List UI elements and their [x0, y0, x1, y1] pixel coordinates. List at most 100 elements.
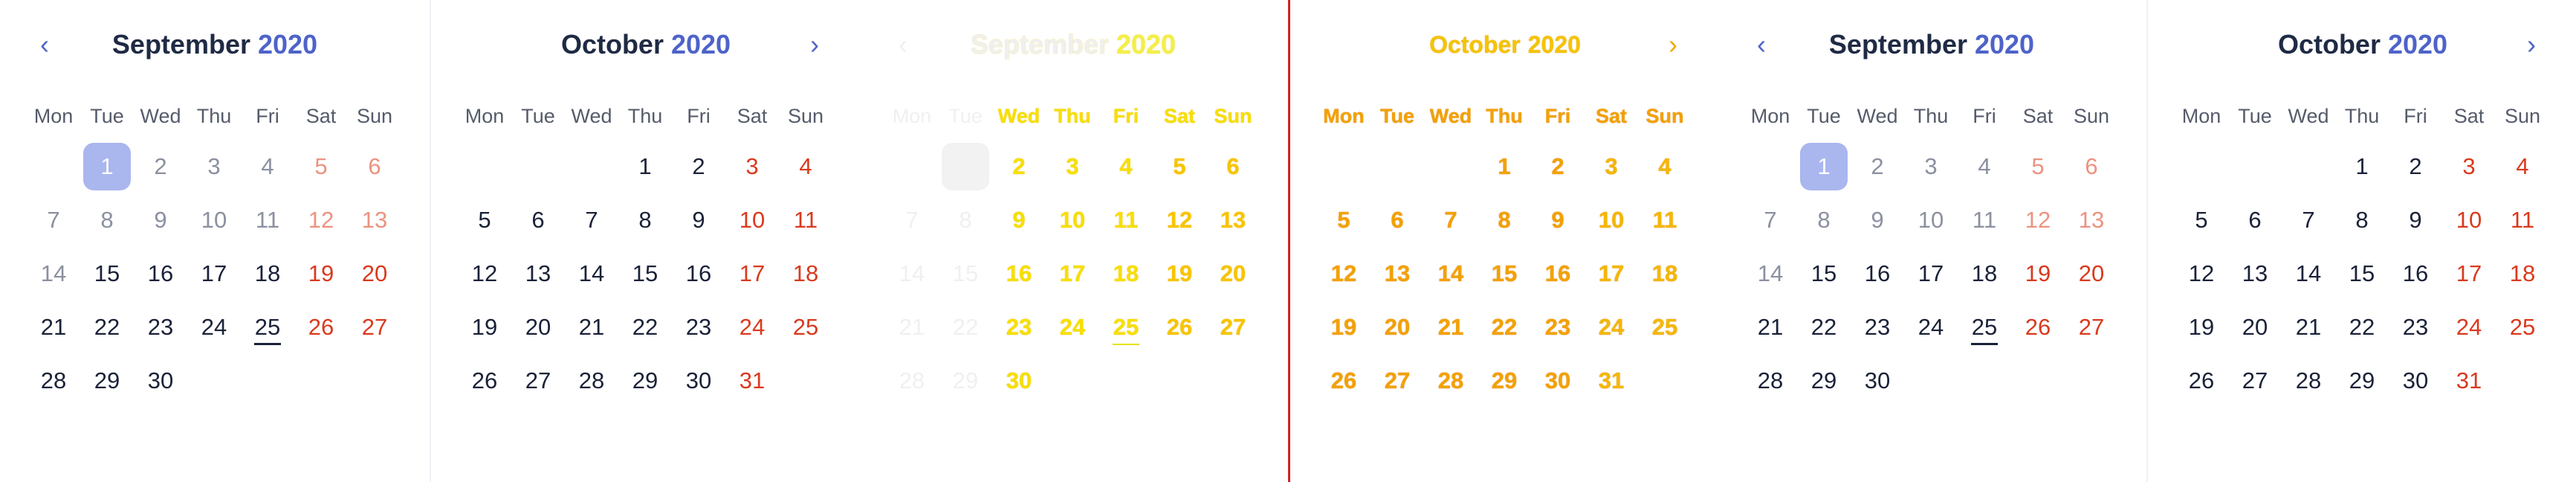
day-cell[interactable]: 15: [621, 250, 669, 298]
day-cell[interactable]: 5: [1320, 196, 1368, 244]
day-cell[interactable]: 15: [1800, 250, 1848, 298]
day-cell[interactable]: 27: [514, 357, 562, 405]
day-cell[interactable]: 2: [675, 143, 722, 190]
day-cell[interactable]: 27: [2068, 303, 2115, 351]
day-cell[interactable]: 13: [1373, 250, 1421, 298]
day-cell[interactable]: 4: [1641, 143, 1689, 190]
day-cell[interactable]: 19: [461, 303, 508, 351]
day-cell[interactable]: 26: [1156, 303, 1203, 351]
day-cell[interactable]: 16: [1854, 250, 1901, 298]
day-cell[interactable]: 18: [2499, 250, 2546, 298]
day-cell[interactable]: 24: [1907, 303, 1955, 351]
day-cell[interactable]: 22: [1800, 303, 1848, 351]
day-cell[interactable]: 19: [1320, 303, 1368, 351]
day-cell[interactable]: 10: [1049, 196, 1096, 244]
day-cell[interactable]: 12: [1320, 250, 1368, 298]
day-cell[interactable]: 27: [351, 303, 398, 351]
day-cell[interactable]: 25: [782, 303, 829, 351]
day-cell[interactable]: 9: [137, 196, 184, 244]
day-cell[interactable]: 22: [621, 303, 669, 351]
day-cell[interactable]: 7: [1427, 196, 1475, 244]
day-cell[interactable]: 20: [2231, 303, 2279, 351]
day-cell[interactable]: 22: [83, 303, 131, 351]
day-cell[interactable]: 18: [244, 250, 291, 298]
day-cell[interactable]: 12: [2014, 196, 2062, 244]
day-cell[interactable]: 20: [2068, 250, 2115, 298]
day-cell[interactable]: 21: [30, 303, 77, 351]
day-cell[interactable]: 13: [1209, 196, 1257, 244]
day-cell[interactable]: 7: [30, 196, 77, 244]
day-cell[interactable]: 15: [1480, 250, 1528, 298]
day-cell[interactable]: 15: [2338, 250, 2386, 298]
day-cell[interactable]: 21: [1747, 303, 1794, 351]
day-cell[interactable]: 25: [244, 303, 291, 351]
day-cell[interactable]: 17: [190, 250, 238, 298]
day-cell[interactable]: 9: [1854, 196, 1901, 244]
day-cell[interactable]: 6: [2068, 143, 2115, 190]
day-cell[interactable]: 16: [1534, 250, 1582, 298]
day-cell[interactable]: 30: [137, 357, 184, 405]
day-cell[interactable]: 6: [1373, 196, 1421, 244]
day-cell[interactable]: 14: [30, 250, 77, 298]
day-cell[interactable]: 8: [83, 196, 131, 244]
day-cell[interactable]: 26: [1320, 357, 1368, 405]
day-cell[interactable]: 4: [1961, 143, 2008, 190]
day-cell[interactable]: 13: [2068, 196, 2115, 244]
day-cell[interactable]: 3: [728, 143, 776, 190]
day-cell[interactable]: 22: [942, 303, 989, 351]
day-cell[interactable]: 1: [942, 143, 989, 190]
day-cell[interactable]: 23: [1854, 303, 1901, 351]
day-cell[interactable]: 28: [1427, 357, 1475, 405]
day-cell[interactable]: 9: [1534, 196, 1582, 244]
day-cell[interactable]: 28: [30, 357, 77, 405]
day-cell[interactable]: 29: [942, 357, 989, 405]
day-cell[interactable]: 26: [461, 357, 508, 405]
day-cell[interactable]: 2: [2392, 143, 2439, 190]
day-cell[interactable]: 30: [1854, 357, 1901, 405]
day-cell[interactable]: 11: [2499, 196, 2546, 244]
day-cell[interactable]: 20: [1209, 250, 1257, 298]
day-cell[interactable]: 10: [1588, 196, 1635, 244]
day-cell[interactable]: 31: [2445, 357, 2493, 405]
day-cell[interactable]: 6: [351, 143, 398, 190]
day-cell[interactable]: 17: [1907, 250, 1955, 298]
day-cell[interactable]: 14: [1427, 250, 1475, 298]
day-cell[interactable]: 13: [2231, 250, 2279, 298]
day-cell[interactable]: 13: [514, 250, 562, 298]
day-cell[interactable]: 16: [2392, 250, 2439, 298]
day-cell[interactable]: 31: [1588, 357, 1635, 405]
day-cell[interactable]: 25: [1961, 303, 2008, 351]
day-cell[interactable]: 29: [1800, 357, 1848, 405]
day-cell[interactable]: 21: [888, 303, 936, 351]
day-cell[interactable]: 7: [1747, 196, 1794, 244]
day-cell[interactable]: 4: [782, 143, 829, 190]
day-cell[interactable]: 1: [1800, 143, 1848, 190]
day-cell[interactable]: 29: [621, 357, 669, 405]
day-cell[interactable]: 30: [2392, 357, 2439, 405]
day-cell[interactable]: 14: [568, 250, 615, 298]
day-cell[interactable]: 5: [1156, 143, 1203, 190]
day-cell[interactable]: 21: [568, 303, 615, 351]
day-cell[interactable]: 9: [2392, 196, 2439, 244]
day-cell[interactable]: 9: [995, 196, 1043, 244]
day-cell[interactable]: 20: [351, 250, 398, 298]
day-cell[interactable]: 26: [2178, 357, 2225, 405]
day-cell[interactable]: 10: [1907, 196, 1955, 244]
day-cell[interactable]: 23: [2392, 303, 2439, 351]
day-cell[interactable]: 4: [244, 143, 291, 190]
day-cell[interactable]: 12: [2178, 250, 2225, 298]
day-cell[interactable]: 14: [1747, 250, 1794, 298]
day-cell[interactable]: 11: [1961, 196, 2008, 244]
day-cell[interactable]: 25: [2499, 303, 2546, 351]
day-cell[interactable]: 21: [1427, 303, 1475, 351]
day-cell[interactable]: 12: [461, 250, 508, 298]
day-cell[interactable]: 22: [2338, 303, 2386, 351]
day-cell[interactable]: 3: [190, 143, 238, 190]
day-cell[interactable]: 18: [1961, 250, 2008, 298]
day-cell[interactable]: 11: [1102, 196, 1150, 244]
day-cell[interactable]: 6: [1209, 143, 1257, 190]
day-cell[interactable]: 24: [728, 303, 776, 351]
day-cell[interactable]: 8: [1480, 196, 1528, 244]
day-cell[interactable]: 30: [675, 357, 722, 405]
day-cell[interactable]: 14: [888, 250, 936, 298]
